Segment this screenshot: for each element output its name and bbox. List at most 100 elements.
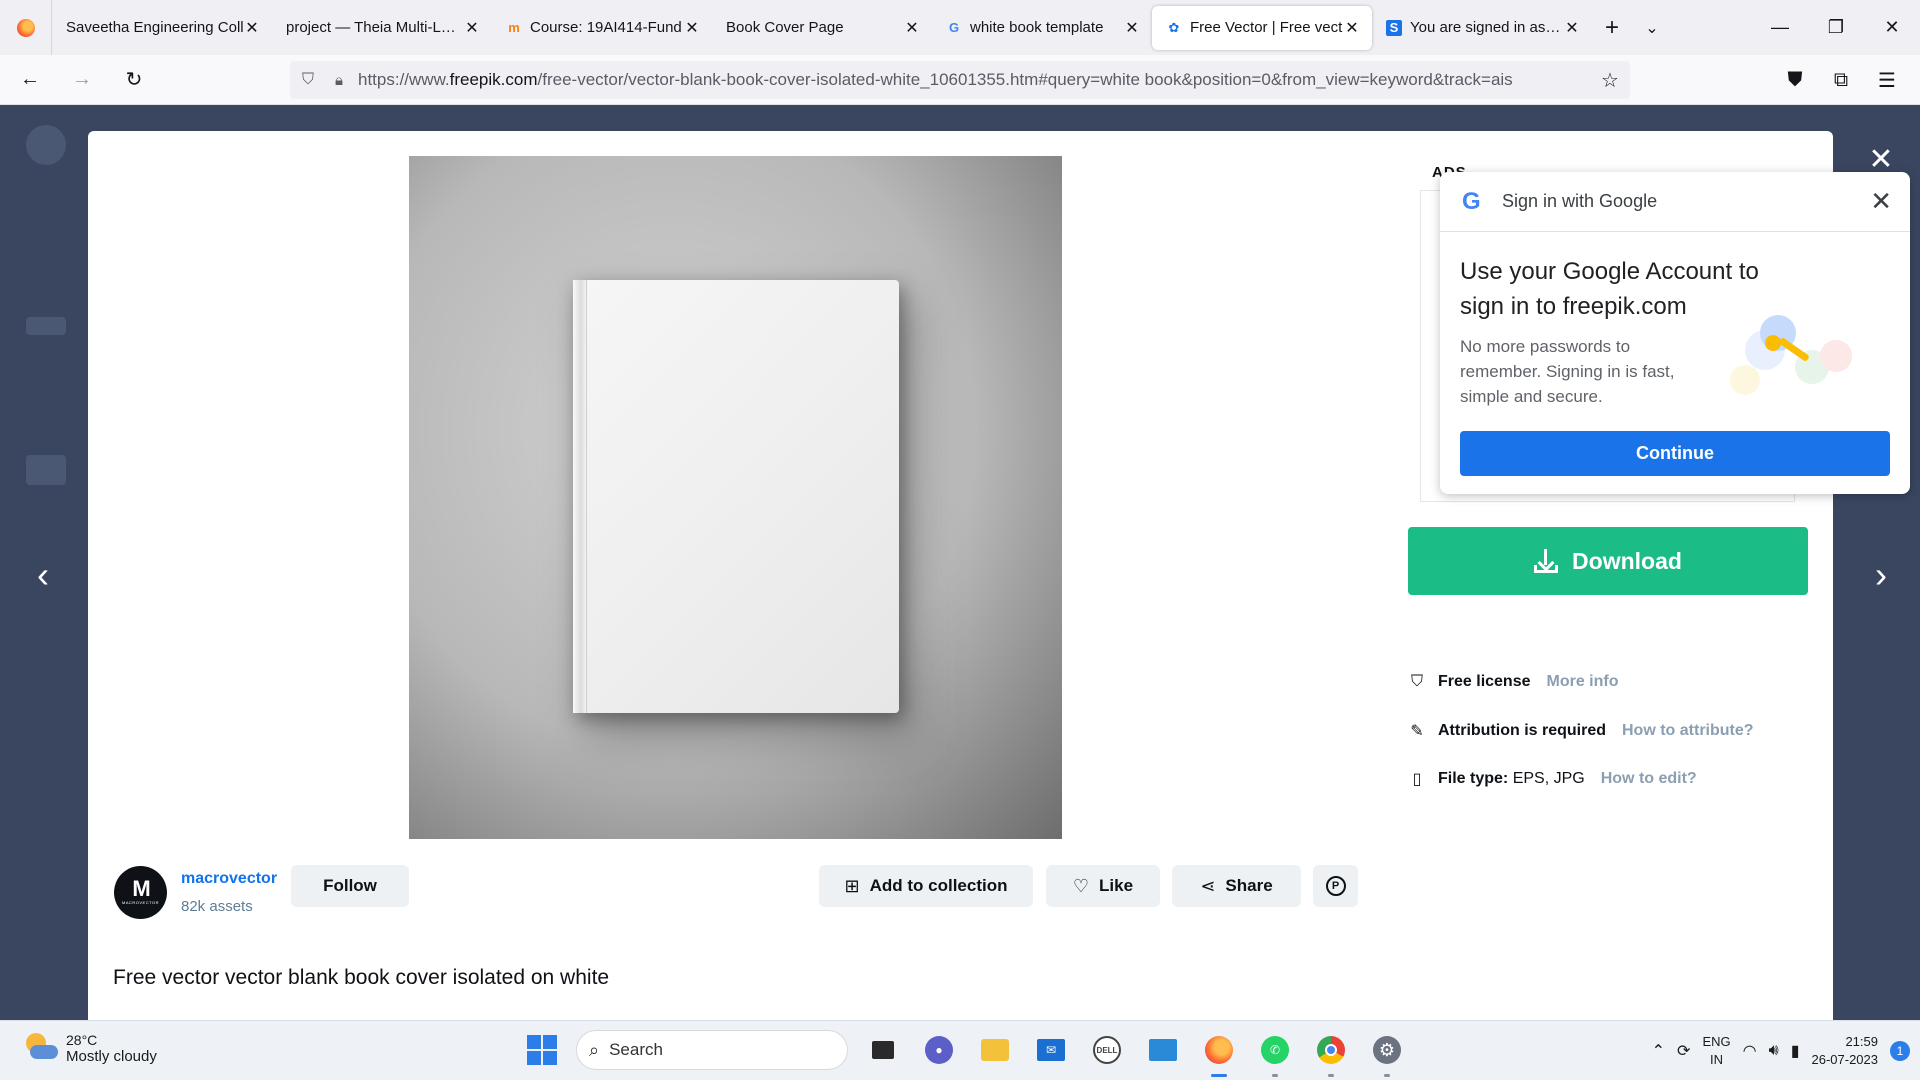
pinterest-button[interactable]: P	[1313, 865, 1358, 907]
continue-button[interactable]: Continue	[1460, 431, 1890, 476]
close-icon[interactable]: ✕	[464, 18, 480, 38]
wifi-icon[interactable]: ◠	[1743, 1041, 1757, 1061]
clock[interactable]: 21:59 26-07-2023	[1812, 1033, 1879, 1069]
whatsapp-icon[interactable]: ✆	[1254, 1029, 1296, 1077]
menu-icon[interactable]: ☰	[1864, 60, 1910, 100]
like-label: Like	[1099, 876, 1134, 895]
author-assets: 82k assets	[181, 898, 253, 915]
chat-icon[interactable]: ●	[918, 1029, 960, 1071]
file-type-label: File type:	[1438, 770, 1509, 787]
file-type-row: ▯ File type: EPS, JPG How to edit?	[1408, 769, 1697, 789]
book-spine	[573, 280, 587, 713]
popup-header-title: Sign in with Google	[1502, 191, 1658, 211]
like-button[interactable]: ♡ Like	[1046, 865, 1160, 907]
collection-add-icon: ⊞	[844, 875, 860, 896]
window-close-icon[interactable]: ✕	[1864, 0, 1920, 55]
tab-title: Book Cover Page	[726, 19, 844, 36]
url-bar[interactable]: ⛉ 🔒︎ https://www.freepik.com/free-vector…	[290, 61, 1630, 99]
tab-title: Saveetha Engineering Coll	[66, 19, 244, 36]
weather-icon	[22, 1031, 58, 1065]
close-icon[interactable]: ✕	[1564, 18, 1580, 38]
taskbar: 28°C Mostly cloudy ⌕ Search ● ✉ DELL ✆ ⚙…	[0, 1020, 1920, 1080]
tab-title: You are signed in as ex	[1410, 19, 1564, 36]
close-icon[interactable]: ✕	[684, 18, 700, 38]
chevron-up-icon[interactable]: ⌃	[1652, 1041, 1665, 1061]
sync-icon[interactable]: ⟳	[1677, 1041, 1690, 1061]
volume-icon[interactable]: 🔊︎	[1769, 1042, 1779, 1060]
close-icon[interactable]: ✕	[1866, 145, 1896, 175]
book-cover	[573, 280, 899, 713]
chrome-icon[interactable]	[1310, 1029, 1352, 1077]
asset-title: Free vector vector blank book cover isol…	[113, 966, 610, 989]
tab-title: project — Theia Multi-Lang	[286, 19, 464, 36]
pocket-icon[interactable]: ⛊	[1772, 60, 1818, 100]
language-indicator[interactable]: ENG IN	[1702, 1033, 1730, 1069]
google-icon: G	[1462, 187, 1481, 215]
remote-desktop-icon[interactable]	[1142, 1029, 1184, 1071]
search-placeholder: Search	[609, 1040, 663, 1059]
file-explorer-icon[interactable]	[974, 1029, 1016, 1071]
tab-theia[interactable]: project — Theia Multi-Lang ✕	[272, 6, 492, 50]
tab-book-cover[interactable]: Book Cover Page ✕	[712, 6, 932, 50]
license-row: ⛉ Free license More info	[1408, 673, 1619, 691]
windows-start-icon[interactable]	[522, 1030, 562, 1070]
firefox-icon[interactable]	[0, 0, 52, 55]
popup-header: G Sign in with Google ✕	[1440, 172, 1910, 232]
close-icon[interactable]: ✕	[244, 18, 260, 38]
how-to-attribute-link[interactable]: How to attribute?	[1622, 722, 1754, 740]
add-to-collection-button[interactable]: ⊞ Add to collection	[819, 865, 1033, 907]
shield-icon[interactable]: ⛉	[290, 71, 326, 89]
popup-description: No more passwords to remember. Signing i…	[1460, 337, 1675, 406]
tab-signed-in[interactable]: S You are signed in as ex ✕	[1372, 6, 1592, 50]
minimize-icon[interactable]: —	[1752, 0, 1808, 55]
download-label: Download	[1572, 547, 1682, 574]
file-type-value: EPS, JPG	[1512, 770, 1585, 787]
forward-icon[interactable]: →	[60, 60, 104, 100]
notification-badge[interactable]: 1	[1890, 1041, 1910, 1061]
lock-icon[interactable]: 🔒︎	[326, 72, 352, 89]
tab-google-search[interactable]: G white book template ✕	[932, 6, 1152, 50]
new-tab-icon[interactable]: +	[1592, 14, 1632, 42]
chevron-right-icon[interactable]: ›	[1866, 555, 1896, 595]
url-text[interactable]: https://www.freepik.com/free-vector/vect…	[352, 70, 1590, 90]
taskbar-search[interactable]: ⌕ Search	[576, 1030, 848, 1070]
close-icon[interactable]: ✕	[1124, 18, 1140, 38]
battery-icon[interactable]: ▮	[1791, 1041, 1800, 1061]
settings-gear-icon[interactable]: ⚙	[1366, 1029, 1408, 1077]
avatar[interactable]: M MACROVECTOR	[114, 866, 167, 919]
author-name[interactable]: macrovector	[181, 870, 277, 888]
tab-title: Course: 19AI414-Fund	[530, 19, 682, 36]
follow-button[interactable]: Follow	[291, 865, 409, 907]
close-icon[interactable]: ✕	[904, 18, 920, 38]
weather-condition: Mostly cloudy	[66, 1047, 157, 1065]
restore-icon[interactable]: ❐	[1808, 0, 1864, 55]
avatar-mark: M	[132, 876, 150, 901]
chevron-left-icon[interactable]: ‹	[28, 555, 58, 595]
language-region: IN	[1710, 1052, 1724, 1067]
reload-icon[interactable]: ↻	[112, 60, 156, 100]
extensions-icon[interactable]: ⧉	[1818, 60, 1864, 100]
task-view-icon[interactable]	[862, 1029, 904, 1071]
dell-icon[interactable]: DELL	[1086, 1029, 1128, 1071]
file-icon: ▯	[1412, 771, 1422, 788]
tab-course[interactable]: m Course: 19AI414-Fund ✕	[492, 6, 712, 50]
heart-icon: ♡	[1072, 875, 1090, 896]
tab-saveetha[interactable]: Saveetha Engineering Coll ✕	[52, 6, 272, 50]
shield-check-icon: ⛉	[1410, 673, 1423, 690]
share-button[interactable]: ⋖ Share	[1172, 865, 1301, 907]
pinterest-icon: P	[1325, 876, 1346, 896]
bookmark-star-icon[interactable]: ☆	[1590, 68, 1630, 93]
more-info-link[interactable]: More info	[1547, 673, 1619, 691]
close-icon[interactable]: ✕	[1870, 186, 1892, 217]
tab-freepik[interactable]: ✿ Free Vector | Free vect ✕	[1152, 5, 1372, 50]
chevron-down-icon[interactable]: ⌄	[1632, 18, 1672, 38]
how-to-edit-link[interactable]: How to edit?	[1601, 770, 1697, 788]
mail-icon[interactable]: ✉	[1030, 1029, 1072, 1071]
close-icon[interactable]: ✕	[1344, 18, 1360, 38]
weather-widget[interactable]: 28°C Mostly cloudy	[22, 1031, 157, 1065]
download-button[interactable]: Download	[1408, 527, 1808, 595]
back-icon[interactable]: ←	[8, 60, 52, 100]
download-icon	[1534, 549, 1559, 573]
firefox-taskbar-icon[interactable]	[1198, 1029, 1240, 1077]
google-icon: G	[948, 20, 960, 35]
